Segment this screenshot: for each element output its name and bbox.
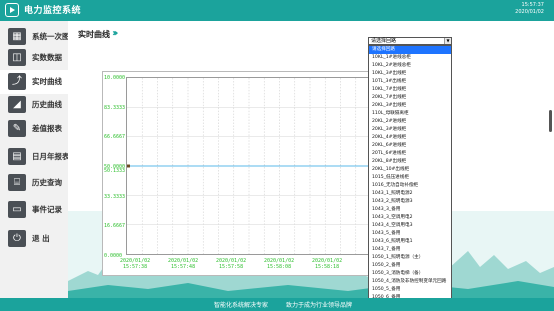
dropdown-option[interactable]: 20KL_3#出线柜 (369, 102, 451, 110)
history-query-icon: ⌸ (8, 174, 26, 191)
page-title: 实时曲线 (78, 30, 110, 39)
dropdown-option[interactable]: 1050_1_照明电源（主） (369, 254, 451, 262)
dropdown-option[interactable]: 1050_4_消防及非防控制变单元回路 (369, 278, 451, 286)
footer-slogan-right: 致力于成为行业领导品牌 (286, 302, 353, 309)
sidebar-item-label: 系统一次图 (32, 32, 70, 41)
footer: 智能化系统解决专家 致力于成为行业领导品牌 (0, 298, 554, 311)
loop-dropdown-list[interactable]: 请选择回路 10KL_1#进线总柜 10KL_2#进线总柜 10KL_3#出线柜 10T… (368, 45, 452, 298)
dropdown-option[interactable]: 1050_5_备用 (369, 286, 451, 294)
dropdown-option[interactable]: 20KL_6#进线柜 (369, 142, 451, 150)
dropdown-option[interactable]: 20KL_8#出线柜 (369, 158, 451, 166)
calendar-report-icon: ▤ (8, 148, 26, 165)
app-logo-icon (5, 3, 19, 17)
sidebar-item-label: 历史查询 (32, 178, 62, 187)
sidebar-item-5[interactable]: ✎ 差值报表 (0, 117, 68, 141)
dropdown-option[interactable]: 请选择回路 (369, 46, 451, 54)
sidebar-item-label: 实数数据 (32, 53, 62, 62)
x-tick-time: 15:57:58 (219, 264, 244, 270)
y-tick-label: 66.6667 (104, 134, 126, 141)
x-tick-time: 15:57:48 (171, 264, 196, 270)
main-content: 实时曲线 ››› 10.0000 83.3333 66.6667 50.0000 33.… (68, 21, 554, 298)
y-tick-label: 10.0000 (104, 75, 126, 81)
realtime-chart (126, 77, 372, 255)
footer-slogan-left: 智能化系统解决专家 (214, 302, 269, 309)
dropdown-option[interactable]: 10TL_3#出线柜 (369, 78, 451, 86)
sidebar-item-3[interactable]: ⤴ 实时曲线 (0, 70, 68, 94)
y-tick-label: 16.6667 (104, 223, 126, 230)
dropdown-option[interactable]: 1015_低压进线柜 (369, 174, 451, 182)
x-tick-label: 2020/01/02 15:57:38 (120, 258, 150, 270)
history-curve-icon: ◢ (8, 96, 26, 113)
power-icon: ⏻ (8, 230, 26, 247)
y-tick-label: 83.3333 (104, 104, 126, 111)
sidebar-item-label: 退 出 (32, 234, 50, 243)
report-icon: ✎ (8, 120, 26, 137)
sidebar-item-label: 日月年报表 (32, 152, 70, 161)
clock-time: 15:57:37 (521, 2, 544, 8)
dropdown-option[interactable]: 1043_1_照明电源2 (369, 190, 451, 198)
dropdown-option[interactable]: 10KL_1#进线总柜 (369, 54, 451, 62)
realtime-curve-icon: ⤴ (8, 73, 26, 90)
dropdown-option[interactable]: 20KL_3#进线柜 (369, 126, 451, 134)
dropdown-option[interactable]: 1050_3_消防电梯（备） (369, 270, 451, 278)
x-tick-label: 2020/01/02 15:57:58 (216, 258, 246, 270)
event-log-icon: ▭ (8, 201, 26, 218)
dropdown-option[interactable]: 10KL_7#出线柜 (369, 86, 451, 94)
dropdown-option[interactable]: 1043_2_照明电源3 (369, 198, 451, 206)
chevron-down-icon[interactable]: ▼ (444, 38, 451, 44)
dropdown-option[interactable]: 1050_2_备用 (369, 262, 451, 270)
marker-value-label: 50.1333 (104, 168, 126, 174)
loop-select[interactable]: 请选择回路 ▼ (368, 37, 452, 45)
dropdown-option[interactable]: 1043_3_空调用电2 (369, 214, 451, 222)
dropdown-option[interactable]: 20KL_4#进线柜 (369, 134, 451, 142)
dropdown-option[interactable]: 10KL_2#进线总柜 (369, 62, 451, 70)
x-tick-time: 15:58:18 (315, 264, 340, 270)
sidebar-item-2[interactable]: ◫ 实数数据 (0, 46, 68, 70)
dropdown-option[interactable]: 20KL_2#进线柜 (369, 118, 451, 126)
x-tick-label: 2020/01/02 15:57:48 (168, 258, 198, 270)
sidebar: ▦ 系统一次图 ◫ 实数数据 ⤴ 实时曲线 ◢ 历史曲线 ✎ 差值报表 ▤ 日月年报表 ⌸ 历史查询 ▭ 事件… (0, 21, 70, 298)
chevron-right-icon: ››› (112, 28, 119, 39)
sidebar-item-9[interactable]: ⏻ 退 出 (0, 227, 68, 251)
app-title: 电力监控系统 (24, 6, 82, 16)
x-tick-label: 2020/01/02 15:58:08 (264, 258, 294, 270)
dropdown-option[interactable]: 1043_5_备用 (369, 230, 451, 238)
sidebar-item-6[interactable]: ▤ 日月年报表 (0, 145, 70, 169)
data-icon: ◫ (8, 49, 26, 66)
diagram-icon: ▦ (8, 28, 26, 45)
dropdown-option[interactable]: 1043_4_空调用电3 (369, 222, 451, 230)
series-marker (127, 164, 130, 168)
dropdown-option[interactable]: 1043_6_照明用电1 (369, 238, 451, 246)
dropdown-option[interactable]: 1043_3_备用 (369, 206, 451, 214)
sidebar-item-label: 事件记录 (32, 205, 62, 214)
sidebar-item-label: 历史曲线 (32, 100, 62, 109)
sidebar-item-label: 差值报表 (32, 124, 62, 133)
title-bar: 电力监控系统 15:57:37 2020/01/02 (0, 0, 554, 21)
x-tick-label: 2020/01/02 15:58:18 (312, 258, 342, 270)
dropdown-option[interactable]: 20KL_7#出线柜 (369, 94, 451, 102)
dropdown-option[interactable]: 10KL_3#出线柜 (369, 70, 451, 78)
dropdown-option[interactable]: 1043_7_备用 (369, 246, 451, 254)
dropdown-option[interactable]: 110L_母联隔离柜 (369, 110, 451, 118)
loop-select-value: 请选择回路 (371, 38, 397, 44)
dropdown-option[interactable]: 20KL_10#出线柜 (369, 166, 451, 174)
y-tick-label: 33.3333 (104, 193, 126, 200)
sidebar-item-label: 实时曲线 (32, 77, 62, 86)
dropdown-option[interactable]: 1016_无功自动补偿柜 (369, 182, 451, 190)
x-tick-time: 15:58:08 (267, 264, 292, 270)
clock: 15:57:37 2020/01/02 (515, 2, 544, 16)
sidebar-item-4[interactable]: ◢ 历史曲线 (0, 93, 68, 117)
dropdown-option[interactable]: 20TL_6#进线柜 (369, 150, 451, 158)
x-tick-time: 15:57:38 (123, 264, 148, 270)
clock-date: 2020/01/02 (515, 9, 544, 15)
sidebar-item-7[interactable]: ⌸ 历史查询 (0, 171, 68, 195)
sidebar-item-8[interactable]: ▭ 事件记录 (0, 198, 68, 222)
page-scrollbar[interactable] (549, 110, 552, 132)
